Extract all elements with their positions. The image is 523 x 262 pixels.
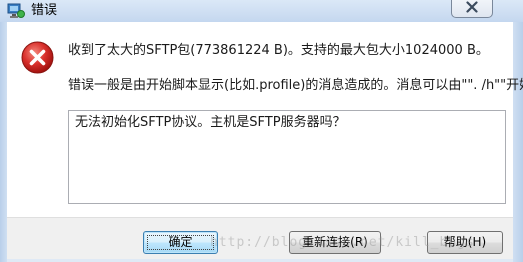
app-computer-icon (7, 3, 25, 18)
error-detail-textbox[interactable]: 无法初始化SFTP协议。主机是SFTP服务器吗？ (68, 110, 506, 204)
title-bar: 错误 (0, 0, 523, 22)
error-message-line1: 收到了太大的SFTP包(773861224 B)。支持的最大包大小1024000… (68, 43, 489, 58)
watermark-text: http://blog.csdn.net/kill_bugs (210, 235, 475, 250)
error-dialog: 错误 收到了太大的SFTP包(773861224 B)。支持的最大包大小1024… (0, 0, 523, 262)
window-title: 错误 (31, 3, 58, 18)
ok-button[interactable]: 确定 (143, 231, 218, 254)
close-button[interactable] (451, 0, 493, 18)
close-icon (466, 1, 478, 13)
focus-indicator (147, 235, 214, 250)
error-x-icon (21, 41, 54, 74)
window-frame-right (513, 22, 523, 262)
error-detail-text: 无法初始化SFTP协议。主机是SFTP服务器吗？ (75, 115, 346, 130)
error-message-line2: 错误一般是由开始脚本显示(比如.profile)的消息造成的。消息可以由"". … (68, 78, 523, 93)
window-frame-left (0, 22, 7, 262)
message-area: 收到了太大的SFTP包(773861224 B)。支持的最大包大小1024000… (7, 22, 523, 217)
